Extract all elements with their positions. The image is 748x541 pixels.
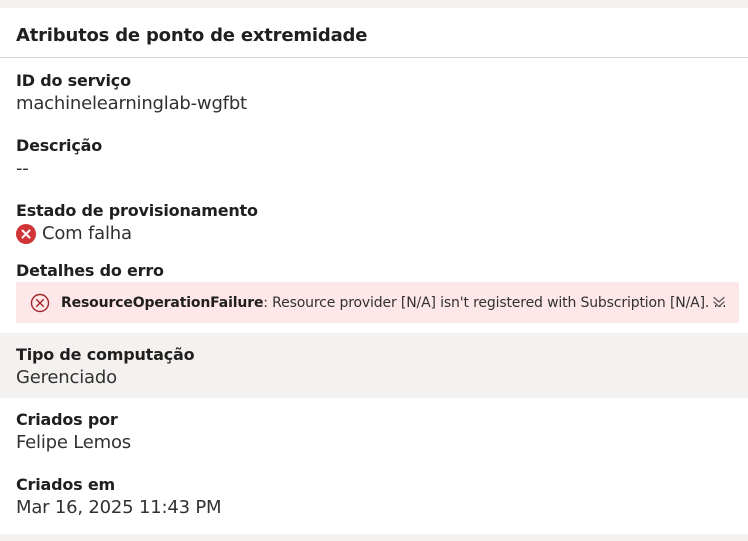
service-id-value: machinelearninglab-wgfbt [16, 93, 247, 114]
provisioning-state-field: Estado de provisionamento Com falha [16, 200, 748, 246]
error-details-label-wrap: Detalhes do erro [16, 260, 748, 282]
compute-type-label: Tipo de computação [16, 345, 195, 364]
created-by-value: Felipe Lemos [16, 432, 131, 453]
description-label: Descrição [16, 136, 102, 155]
service-id-field: ID do serviço machinelearninglab-wgfbt [16, 70, 748, 116]
description-value: -- [16, 158, 29, 179]
error-message: ResourceOperationFailure: Resource provi… [61, 294, 727, 311]
chevron-double-down-icon[interactable] [709, 292, 729, 312]
error-message-text: : Resource provider [N/A] isn't register… [263, 294, 727, 311]
created-by-label: Criados por [16, 410, 118, 429]
error-circle-outline-icon [30, 293, 50, 313]
endpoint-attributes-panel: Atributos de ponto de extremidade ID do … [0, 8, 748, 534]
panel-title: Atributos de ponto de extremidade [0, 8, 748, 58]
compute-type-value: Gerenciado [16, 367, 117, 388]
created-on-field: Criados em Mar 16, 2025 11:43 PM [16, 474, 748, 520]
created-by-field: Criados por Felipe Lemos [16, 409, 748, 455]
service-id-label: ID do serviço [16, 71, 131, 90]
created-on-value: Mar 16, 2025 11:43 PM [16, 497, 222, 518]
provisioning-state-label: Estado de provisionamento [16, 201, 258, 220]
error-circle-icon [16, 224, 36, 244]
description-field: Descrição -- [16, 135, 748, 181]
provisioning-state-value: Com falha [42, 223, 132, 244]
provisioning-status: Com falha [16, 222, 748, 246]
error-details-label: Detalhes do erro [16, 261, 164, 280]
error-code: ResourceOperationFailure [61, 294, 264, 311]
compute-type-field: Tipo de computação Gerenciado [16, 344, 748, 390]
error-message-bar: ResourceOperationFailure: Resource provi… [16, 282, 739, 323]
created-on-label: Criados em [16, 475, 115, 494]
